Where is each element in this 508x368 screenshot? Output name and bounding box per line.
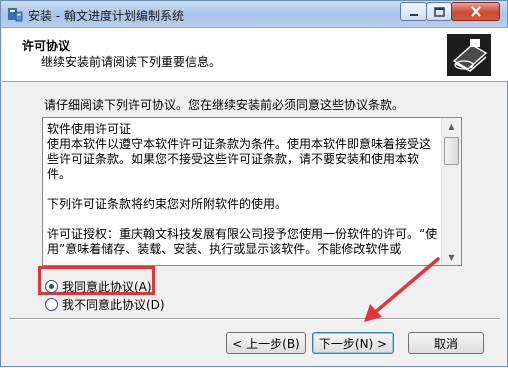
minimize-button[interactable] bbox=[400, 2, 427, 21]
installer-app-icon bbox=[8, 8, 23, 22]
title-bar: 安装 - 翰文进度计划编制系统 bbox=[1, 1, 507, 28]
license-textbox[interactable]: 软件使用许可证 使用本软件以遵守本软件许可证条款为条件。使用本软件即意味着接受这… bbox=[42, 117, 462, 266]
decline-label: 我不同意此协议(D) bbox=[62, 298, 165, 312]
license-text: 软件使用许可证 使用本软件以遵守本软件许可证条款为条件。使用本软件即意味着接受这… bbox=[47, 122, 441, 265]
page-header: 许可协议 继续安装前请阅读下列重要信息。 bbox=[2, 28, 508, 82]
scroll-down-arrow-icon[interactable]: ▼ bbox=[445, 252, 458, 262]
maximize-icon bbox=[433, 6, 445, 17]
license-paragraph: 使用本软件以遵守本软件许可证条款为条件。使用本软件即意味着接受这些许可证条款。如… bbox=[47, 137, 432, 181]
accept-radio[interactable] bbox=[45, 280, 58, 293]
scroll-up-arrow-icon[interactable]: ▲ bbox=[445, 121, 458, 131]
footer-separator bbox=[9, 318, 500, 320]
page-subtitle: 继续安装前请阅读下列重要信息。 bbox=[41, 55, 222, 69]
license-heading: 软件使用许可证 bbox=[47, 122, 132, 136]
back-button[interactable]: < 上一步(B) bbox=[226, 332, 306, 354]
close-icon bbox=[470, 6, 481, 17]
accept-agreement-option[interactable]: 我同意此协议(A) bbox=[45, 278, 152, 295]
installer-window: 安装 - 翰文进度计划编制系统 许可协议 继续安装前请阅读下列重要信息。 请仔细… bbox=[0, 0, 508, 367]
window-title: 安装 - 翰文进度计划编制系统 bbox=[28, 9, 184, 23]
license-paragraph: 下列许可证条款将约束您对所附软件的使用。 bbox=[47, 197, 288, 211]
minimize-icon bbox=[409, 13, 418, 16]
scrollbar-thumb[interactable] bbox=[444, 137, 459, 165]
accept-label: 我同意此协议(A) bbox=[62, 280, 152, 294]
page-title: 许可协议 bbox=[22, 39, 71, 53]
license-paragraph: 许可证授权：重庆翰文科技发展有限公司授予您使用一份软件的许可。“使用”意味着储存… bbox=[47, 227, 438, 256]
decline-agreement-option[interactable]: 我不同意此协议(D) bbox=[45, 296, 165, 313]
license-scrollbar[interactable]: ▲ ▼ bbox=[441, 118, 461, 265]
cancel-button[interactable]: 取消 bbox=[408, 332, 484, 354]
setup-computer-icon bbox=[444, 31, 494, 79]
decline-radio[interactable] bbox=[45, 298, 58, 311]
close-button[interactable] bbox=[451, 2, 500, 21]
maximize-button[interactable] bbox=[426, 2, 452, 21]
next-button[interactable]: 下一步(N) > bbox=[312, 332, 394, 354]
license-instruction: 请仔细阅读下列许可协议。您在继续安装前必须同意这些协议条款。 bbox=[44, 98, 405, 112]
